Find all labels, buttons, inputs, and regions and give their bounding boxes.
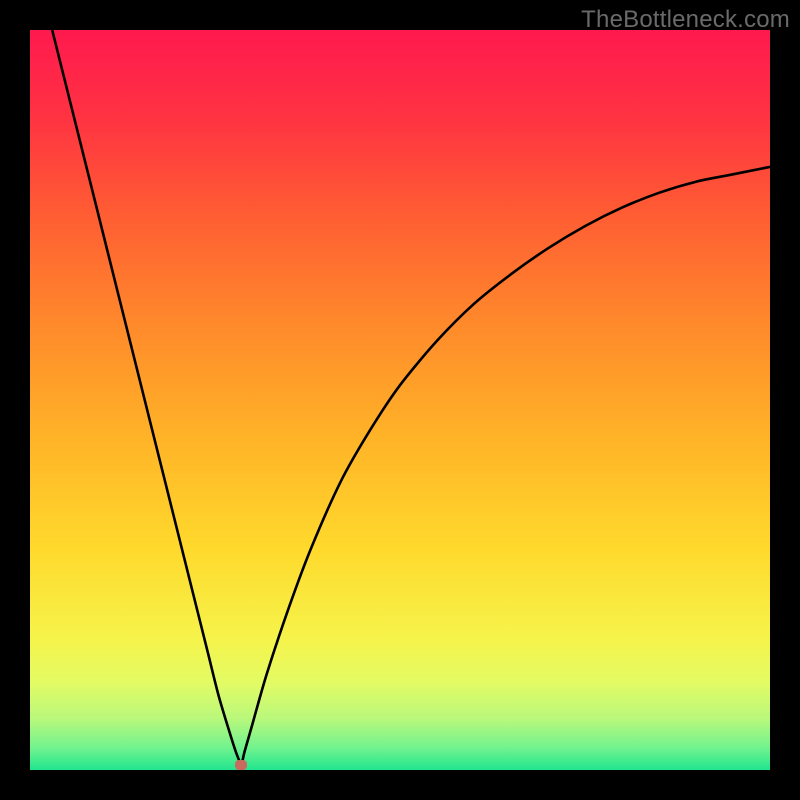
watermark-text: TheBottleneck.com: [581, 6, 790, 34]
curve-svg: [30, 30, 770, 770]
plot-area: [30, 30, 770, 770]
chart-frame: TheBottleneck.com: [0, 0, 800, 800]
curve-path: [52, 30, 770, 765]
minimum-marker: [235, 760, 247, 770]
